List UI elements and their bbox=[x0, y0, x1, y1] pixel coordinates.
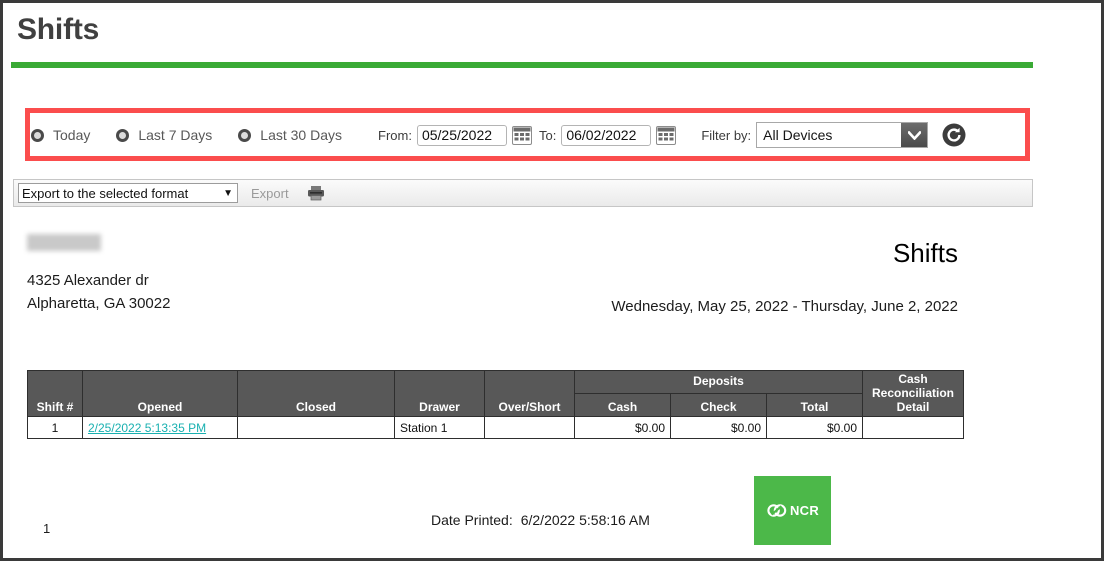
date-printed: Date Printed: 6/2/2022 5:58:16 AM bbox=[431, 512, 650, 528]
calendar-icon[interactable] bbox=[656, 125, 677, 145]
col-header-cash: Cash bbox=[574, 393, 671, 418]
filter-by-selected-value: All Devices bbox=[763, 127, 833, 143]
report-date-range: Wednesday, May 25, 2022 - Thursday, June… bbox=[611, 298, 958, 315]
to-label: To: bbox=[538, 127, 557, 143]
col-header-drawer: Drawer bbox=[394, 369, 485, 418]
calendar-icon[interactable] bbox=[511, 125, 532, 145]
cell-cash: $0.00 bbox=[574, 416, 671, 440]
to-date-input[interactable] bbox=[561, 124, 652, 146]
ncr-logo-icon bbox=[767, 504, 787, 517]
from-label: From: bbox=[378, 127, 412, 143]
col-header-total: Total bbox=[766, 393, 863, 418]
shifts-report-screen: Shifts Today Last 7 Days Last 30 Days Fr… bbox=[0, 0, 1104, 561]
table-row: 1 2/25/2022 5:13:35 PM Station 1 $0.00 $… bbox=[27, 416, 964, 440]
page-title: Shifts bbox=[17, 13, 100, 46]
radio-unchecked-icon[interactable] bbox=[116, 128, 130, 142]
date-printed-value: 6/2/2022 5:58:16 AM bbox=[520, 512, 650, 528]
filter-by-label: Filter by: bbox=[701, 127, 752, 143]
cell-cash-reconciliation-detail bbox=[862, 416, 964, 440]
cell-total: $0.00 bbox=[766, 416, 863, 440]
ncr-logo: NCR bbox=[754, 476, 831, 545]
accent-divider bbox=[11, 62, 1033, 68]
radio-unchecked-icon[interactable] bbox=[31, 128, 44, 142]
company-address-line-1: 4325 Alexander dr bbox=[27, 272, 149, 289]
shifts-table: Shift # Opened Closed Drawer Over/Short … bbox=[27, 369, 964, 440]
export-button[interactable]: Export bbox=[251, 186, 289, 201]
report-page-number: 1 bbox=[43, 521, 51, 536]
opened-shift-link[interactable]: 2/25/2022 5:13:35 PM bbox=[88, 421, 206, 435]
col-header-cash-reconciliation-detail: Cash Reconciliation Detail bbox=[862, 369, 964, 418]
cell-drawer: Station 1 bbox=[394, 416, 485, 440]
col-header-opened: Opened bbox=[82, 369, 238, 418]
cash-recon-line-1: Cash bbox=[898, 372, 928, 386]
refresh-icon[interactable] bbox=[942, 123, 966, 147]
filter-bar: Today Last 7 Days Last 30 Days From: To: bbox=[31, 115, 1026, 155]
col-header-over-short: Over/Short bbox=[484, 369, 575, 418]
export-format-selected-value: Export to the selected format bbox=[22, 185, 189, 201]
radio-unchecked-icon[interactable] bbox=[238, 128, 252, 142]
cell-opened: 2/25/2022 5:13:35 PM bbox=[82, 416, 238, 440]
cell-closed bbox=[237, 416, 395, 440]
cash-recon-line-3: Detail bbox=[896, 399, 930, 414]
radio-label-today: Today bbox=[53, 127, 91, 143]
col-header-shift-number: Shift # bbox=[27, 369, 83, 418]
cell-shift-number: 1 bbox=[27, 416, 83, 440]
chevron-down-icon[interactable]: ▼ bbox=[223, 188, 237, 199]
report-title: Shifts bbox=[892, 238, 958, 268]
col-header-deposits-group: Deposits bbox=[574, 369, 863, 395]
radio-option-last-7-days[interactable]: Last 7 Days bbox=[116, 127, 212, 143]
chevron-down-icon[interactable] bbox=[901, 123, 928, 147]
printer-icon[interactable] bbox=[307, 185, 325, 201]
export-format-select[interactable]: Export to the selected format ▼ bbox=[18, 183, 238, 203]
company-name-redacted bbox=[27, 234, 101, 251]
cell-over-short bbox=[484, 416, 575, 440]
cell-check: $0.00 bbox=[670, 416, 767, 440]
date-printed-label: Date Printed: bbox=[431, 512, 513, 528]
radio-label-last-30-days: Last 30 Days bbox=[260, 127, 343, 143]
cash-recon-line-2: Reconciliation bbox=[871, 385, 954, 400]
radio-label-last-7-days: Last 7 Days bbox=[138, 127, 213, 143]
company-address-line-2: Alpharetta, GA 30022 bbox=[27, 295, 171, 312]
col-header-closed: Closed bbox=[237, 369, 395, 418]
filter-by-select[interactable]: All Devices bbox=[756, 122, 929, 148]
from-date-input[interactable] bbox=[416, 124, 507, 146]
radio-option-last-30-days[interactable]: Last 30 Days bbox=[238, 127, 342, 143]
radio-option-today[interactable]: Today bbox=[31, 127, 90, 143]
col-header-check: Check bbox=[670, 393, 767, 418]
table-header-group-row: Shift # Opened Closed Drawer Over/Short … bbox=[27, 369, 964, 418]
ncr-logo-text: NCR bbox=[789, 503, 820, 518]
export-toolbar: Export to the selected format ▼ Export bbox=[13, 179, 1033, 207]
